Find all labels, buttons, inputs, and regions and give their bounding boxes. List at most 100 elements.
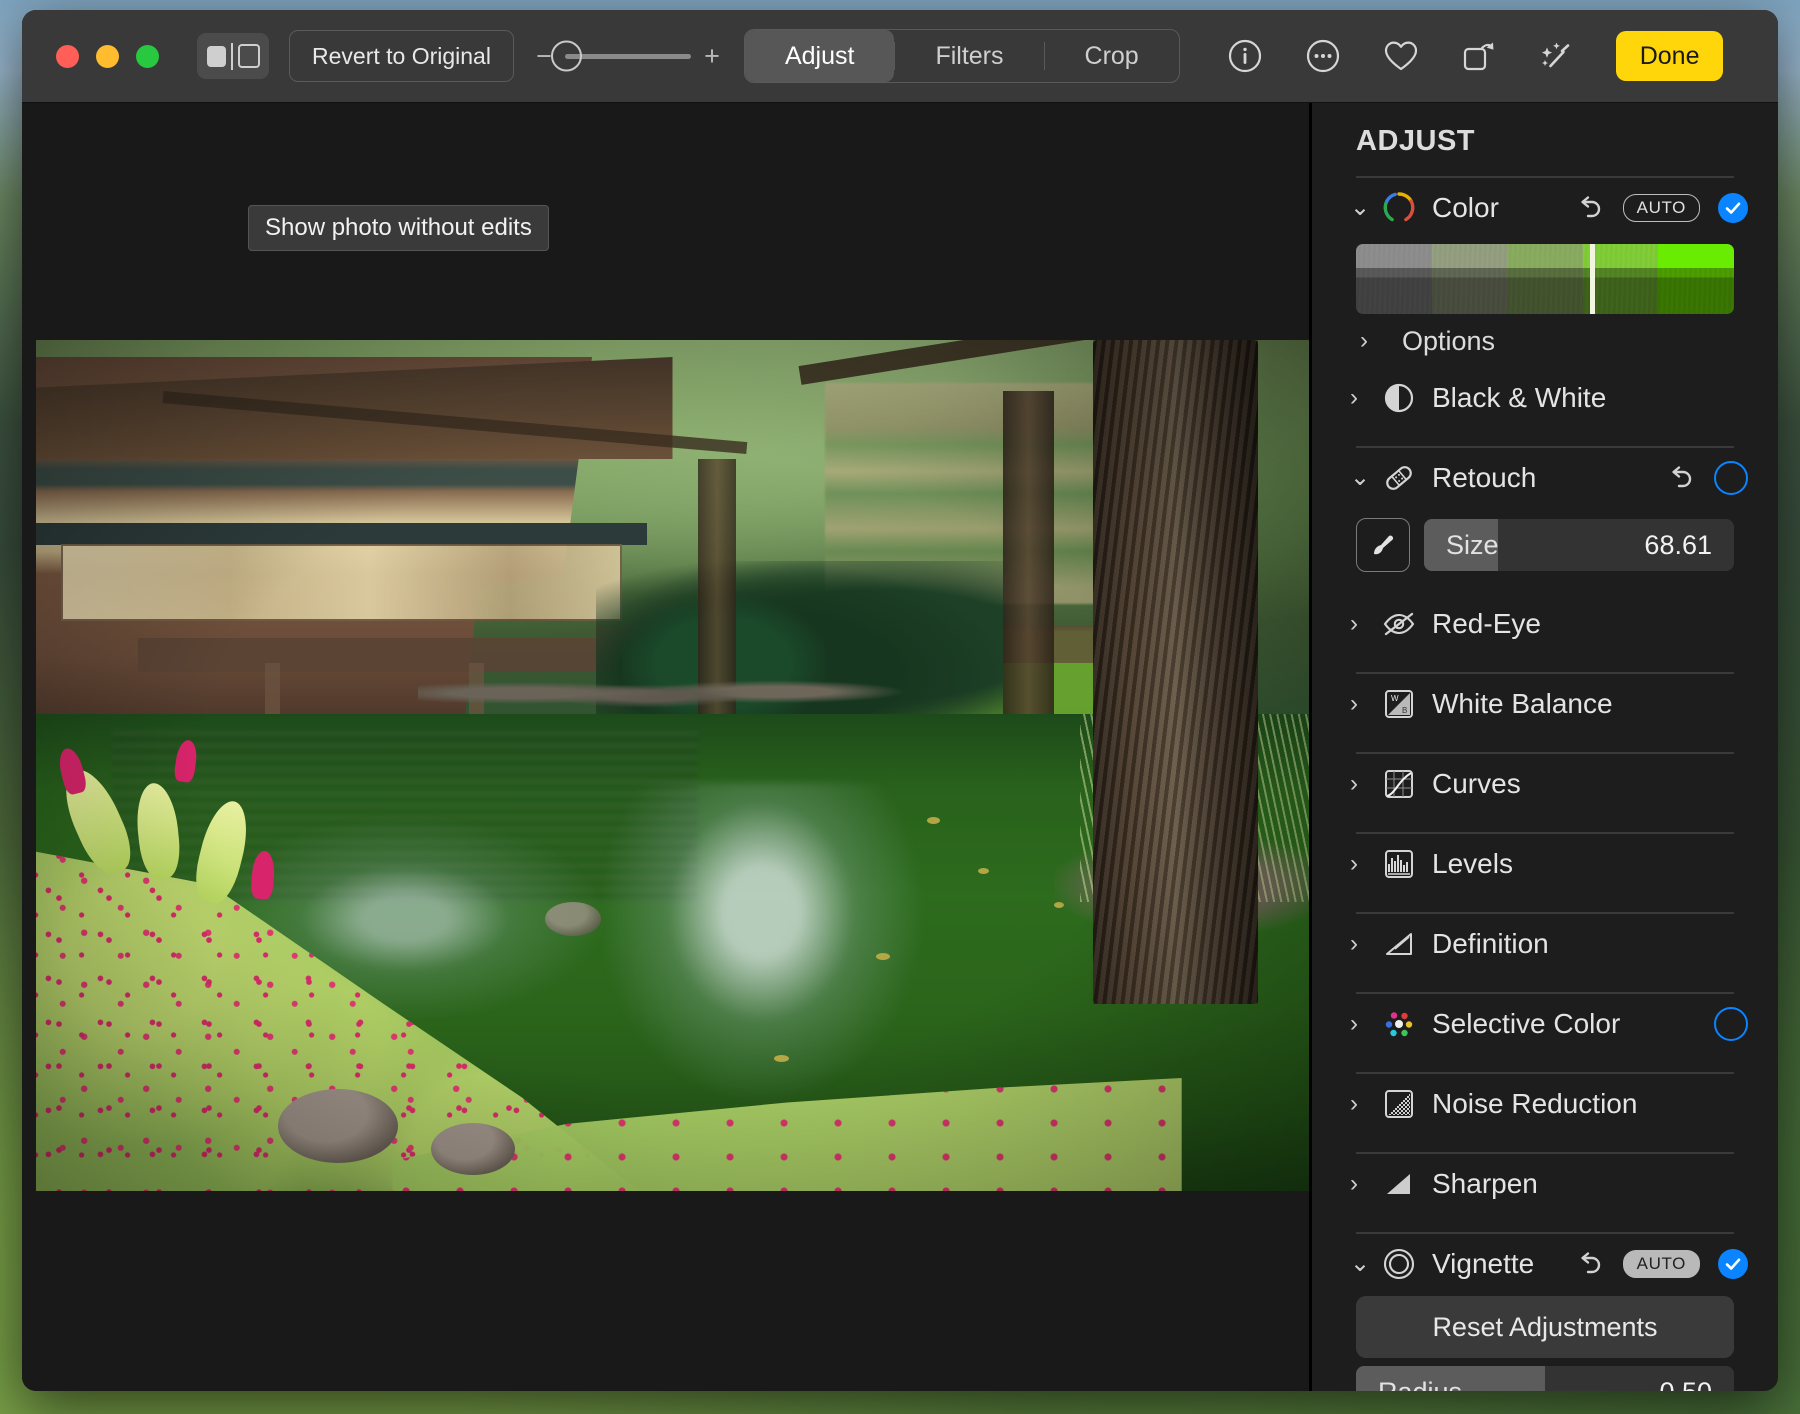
revert-icon[interactable] [1666,463,1696,493]
chevron-down-icon[interactable]: ⌄ [1350,196,1374,220]
window-controls [56,44,159,68]
toolbar-icon-group [1226,37,1576,75]
section-retouch-label: Retouch [1432,462,1537,493]
selective-color-icon [1380,1005,1418,1043]
section-definition[interactable]: › Definition [1312,914,1778,974]
revert-icon[interactable] [1575,193,1605,223]
section-selective-color[interactable]: › Selective Color [1312,994,1778,1054]
revert-to-original-button[interactable]: Revert to Original [289,30,514,82]
section-selective-color-actions [1714,1007,1748,1041]
section-retouch[interactable]: ⌄ Retouch [1312,448,1778,508]
retouch-size-label: Size [1446,529,1499,560]
vignette-icon [1380,1245,1418,1283]
chevron-right-icon[interactable]: › [1350,852,1374,876]
tab-filters-label: Filters [935,41,1004,70]
section-vignette[interactable]: ⌄ Vignette AUTO [1312,1234,1778,1294]
color-options-row[interactable]: › Options [1312,314,1778,368]
curves-icon [1380,765,1418,803]
half-circle-icon [1380,379,1418,417]
selective-color-enabled-toggle[interactable] [1714,1007,1748,1041]
sharpen-icon [1380,1165,1418,1203]
retouch-size-row: Size 68.61 [1356,518,1734,572]
section-red-eye[interactable]: › Red-Eye [1312,594,1778,654]
compare-filled-square-icon [206,45,226,67]
section-curves-label: Curves [1432,768,1521,799]
color-preview-thumb-3[interactable] [1507,244,1583,314]
revert-label: Revert to Original [312,42,491,69]
retouch-size-slider[interactable]: Size 68.61 [1424,519,1734,571]
zoom-out-icon[interactable]: − [536,42,552,70]
section-noise-reduction-label: Noise Reduction [1432,1088,1638,1119]
section-white-balance[interactable]: › W B White Balance [1312,674,1778,734]
section-levels[interactable]: › Levels [1312,834,1778,894]
section-black-and-white[interactable]: › Black & White [1312,368,1778,428]
section-sharpen[interactable]: › Sharpen [1312,1154,1778,1214]
zoom-slider-knob[interactable] [550,40,582,72]
chevron-right-icon[interactable]: › [1350,1092,1374,1116]
revert-icon[interactable] [1575,1249,1605,1279]
chevron-right-icon[interactable]: › [1350,386,1374,410]
chevron-right-icon[interactable]: › [1350,692,1374,716]
bandage-icon [1380,459,1418,497]
tab-adjust[interactable]: Adjust [744,30,895,82]
chevron-right-icon[interactable]: › [1350,1172,1374,1196]
chevron-right-icon[interactable]: › [1350,772,1374,796]
color-preview-thumb-2[interactable] [1431,244,1508,314]
photo-vignette-overlay [36,340,1309,1191]
chevron-right-icon[interactable]: › [1350,932,1374,956]
done-button[interactable]: Done [1615,31,1724,81]
section-sharpen-label: Sharpen [1432,1168,1538,1199]
zoom-slider-control[interactable]: − + [536,40,720,72]
zoom-button[interactable] [136,44,159,68]
section-color[interactable]: ⌄ Color AUTO [1312,178,1778,238]
section-white-balance-label: White Balance [1432,688,1613,719]
zoom-in-icon[interactable]: + [704,42,720,70]
minimize-button[interactable] [96,44,119,68]
levels-icon [1380,845,1418,883]
section-color-label: Color [1432,192,1499,223]
color-preview-thumb-1[interactable] [1356,244,1432,314]
tab-crop[interactable]: Crop [1045,30,1179,82]
definition-icon [1380,925,1418,963]
photo-canvas[interactable]: Show photo without edits [22,103,1309,1391]
color-strip-position-marker[interactable] [1590,244,1596,314]
rotate-icon[interactable] [1460,37,1498,75]
section-noise-reduction[interactable]: › Noise Reduction [1312,1074,1778,1134]
vignette-radius-slider[interactable]: Radius 0.50 [1356,1366,1734,1391]
color-enabled-checkbox[interactable] [1718,193,1748,223]
color-preview-strip[interactable] [1356,244,1734,314]
section-curves[interactable]: › Curves [1312,754,1778,814]
reset-adjustments-button[interactable]: Reset Adjustments [1356,1296,1734,1358]
compare-toggle-button[interactable] [197,33,269,79]
color-preview-thumb-5[interactable] [1658,244,1734,314]
section-color-actions: AUTO [1575,193,1748,223]
vignette-radius-value: 0.50 [1659,1377,1712,1392]
chevron-right-icon[interactable]: › [1350,612,1374,636]
section-vignette-actions: AUTO [1575,1249,1748,1279]
tab-filters[interactable]: Filters [895,30,1043,82]
vignette-radius-label: Radius [1378,1377,1462,1392]
compare-tooltip: Show photo without edits [248,205,549,251]
zoom-slider-track[interactable] [550,40,691,72]
svg-text:B: B [1402,706,1407,715]
edited-photo[interactable] [36,340,1309,1191]
chevron-right-icon[interactable]: › [1360,327,1384,355]
svg-text:W: W [1391,694,1399,703]
chevron-down-icon[interactable]: ⌄ [1350,1252,1374,1276]
color-auto-button[interactable]: AUTO [1622,193,1700,223]
brush-icon[interactable] [1356,518,1410,572]
done-label: Done [1639,41,1700,70]
close-button[interactable] [56,44,79,68]
section-selective-color-label: Selective Color [1432,1008,1621,1039]
chevron-right-icon[interactable]: › [1350,1012,1374,1036]
window-body: Show photo without edits ADJUST ⌄ Color … [22,103,1778,1391]
retouch-enabled-toggle[interactable] [1714,461,1748,495]
info-icon[interactable] [1226,37,1264,75]
chevron-down-icon[interactable]: ⌄ [1350,466,1374,490]
vignette-enabled-checkbox[interactable] [1718,1249,1748,1279]
eye-slash-icon [1380,605,1418,643]
vignette-auto-button[interactable]: AUTO [1622,1249,1700,1279]
favorite-heart-icon[interactable] [1382,37,1420,75]
more-options-icon[interactable] [1304,37,1342,75]
auto-enhance-icon[interactable] [1538,37,1576,75]
